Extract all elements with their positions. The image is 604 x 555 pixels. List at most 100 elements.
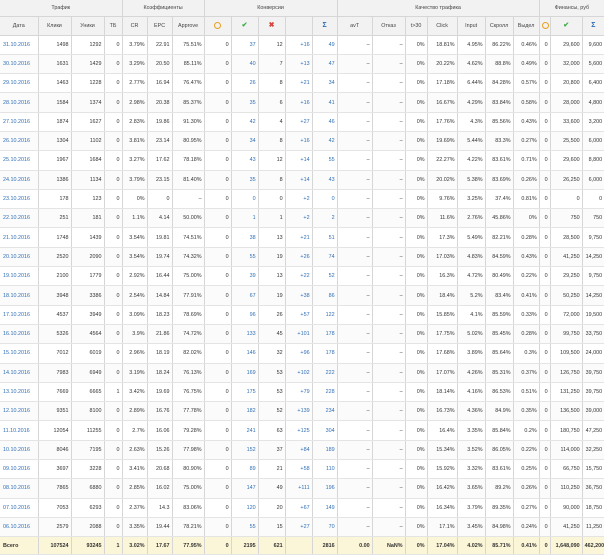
col-approved[interactable]: ✔ — [231, 16, 259, 36]
date-link[interactable]: 20.10.2016 — [3, 254, 30, 260]
cell-sum[interactable]: 189 — [312, 440, 338, 461]
date-link[interactable]: 14.10.2016 — [3, 370, 30, 376]
cell-ok[interactable]: 67 — [231, 285, 259, 306]
date-link[interactable]: 10.10.2016 — [3, 447, 30, 453]
cell-pending[interactable]: +27 — [285, 517, 313, 538]
cell-pending[interactable]: +84 — [285, 440, 313, 461]
cell-pending[interactable]: +38 — [285, 285, 313, 306]
date-link[interactable]: 26.10.2016 — [3, 138, 30, 144]
date-link[interactable]: 12.10.2016 — [3, 408, 30, 414]
col-fin-hold[interactable] — [539, 16, 551, 36]
cell-sum[interactable]: 178 — [312, 324, 338, 345]
cell-sum[interactable]: 196 — [312, 478, 338, 499]
cell-pending[interactable]: +102 — [285, 363, 313, 383]
date-link[interactable]: 28.10.2016 — [3, 100, 30, 106]
date-link[interactable]: 30.10.2016 — [3, 61, 30, 67]
date-link[interactable]: 25.10.2016 — [3, 157, 30, 163]
cell-ok[interactable]: 89 — [231, 459, 259, 480]
cell-pending[interactable]: +21 — [285, 227, 313, 248]
cell-pending[interactable]: +67 — [285, 498, 313, 518]
col-input[interactable]: Input — [457, 16, 486, 36]
cell-ok[interactable]: 182 — [231, 401, 259, 422]
date-link[interactable]: 31.10.2016 — [3, 42, 30, 48]
date-link[interactable]: 15.10.2016 — [3, 350, 30, 356]
cell-sum[interactable]: 51 — [312, 227, 338, 248]
date-link[interactable]: 24.10.2016 — [3, 177, 30, 183]
date-link[interactable]: 08.10.2016 — [3, 485, 30, 491]
cell-ok[interactable]: 40 — [231, 54, 259, 75]
cell-ok[interactable]: 35 — [231, 170, 259, 190]
col-epc[interactable]: EPC — [147, 16, 173, 36]
col-fin-total[interactable]: Σ — [582, 16, 604, 36]
cell-ok[interactable]: 175 — [231, 382, 259, 403]
col-select[interactable]: Выдел — [513, 16, 540, 36]
date-link[interactable]: 29.10.2016 — [3, 80, 30, 86]
cell-pending[interactable]: +14 — [285, 150, 313, 171]
cell-sum[interactable]: 34 — [312, 73, 338, 94]
cell-ok[interactable]: 37 — [231, 35, 259, 55]
cell-pending[interactable]: +125 — [285, 420, 313, 441]
date-link[interactable]: 11.10.2016 — [3, 428, 30, 434]
cell-sum[interactable]: 41 — [312, 92, 338, 113]
col-approve[interactable]: Approve — [172, 16, 205, 36]
cell-pending[interactable]: +2 — [285, 208, 313, 229]
cell-ok[interactable]: 38 — [231, 227, 259, 248]
col-pending[interactable] — [285, 16, 313, 36]
cell-sum[interactable]: 2 — [312, 208, 338, 229]
cell-ok[interactable]: 120 — [231, 498, 259, 518]
col-cr[interactable]: CR — [122, 16, 148, 36]
cell-ok[interactable]: 42 — [231, 112, 259, 132]
cell-sum[interactable]: 47 — [312, 54, 338, 75]
col-click[interactable]: Click — [427, 16, 458, 36]
date-link[interactable]: 09.10.2016 — [3, 466, 30, 472]
cell-pending[interactable]: +14 — [285, 170, 313, 190]
date-link[interactable]: 18.10.2016 — [3, 293, 30, 299]
cell-pending[interactable]: +16 — [285, 92, 313, 113]
cell-pending[interactable]: +16 — [285, 131, 313, 152]
cell-sum[interactable]: 86 — [312, 285, 338, 306]
cell-sum[interactable]: 234 — [312, 401, 338, 422]
cell-pending[interactable]: +27 — [285, 112, 313, 132]
date-link[interactable]: 22.10.2016 — [3, 215, 30, 221]
cell-pending[interactable]: +2 — [285, 189, 313, 210]
col-avt[interactable]: avT — [337, 16, 373, 36]
cell-ok[interactable]: 96 — [231, 305, 259, 325]
date-link[interactable]: 19.10.2016 — [3, 273, 30, 279]
col-tb[interactable]: ТБ — [104, 16, 123, 36]
cell-ok[interactable]: 241 — [231, 420, 259, 441]
date-link[interactable]: 06.10.2016 — [3, 524, 30, 530]
cell-pending[interactable]: +57 — [285, 305, 313, 325]
col-uniq[interactable]: Уники — [71, 16, 105, 36]
col-hold[interactable] — [204, 16, 232, 36]
cell-ok[interactable]: 146 — [231, 343, 259, 364]
cell-sum[interactable]: 43 — [312, 170, 338, 190]
cell-ok[interactable]: 169 — [231, 363, 259, 383]
cell-ok[interactable]: 55 — [231, 517, 259, 538]
cell-sum[interactable]: 46 — [312, 112, 338, 132]
cell-pending[interactable]: +16 — [285, 35, 313, 55]
date-link[interactable]: 27.10.2016 — [3, 119, 30, 125]
cell-ok[interactable]: 35 — [231, 92, 259, 113]
date-link[interactable]: 16.10.2016 — [3, 331, 30, 337]
cell-pending[interactable]: +111 — [285, 478, 313, 499]
cell-pending[interactable]: +21 — [285, 73, 313, 94]
cell-ok[interactable]: 133 — [231, 324, 259, 345]
date-link[interactable]: 13.10.2016 — [3, 389, 30, 395]
cell-pending[interactable]: +79 — [285, 382, 313, 403]
cell-pending[interactable]: +139 — [285, 401, 313, 422]
cell-sum[interactable]: 110 — [312, 459, 338, 480]
cell-sum[interactable]: 55 — [312, 150, 338, 171]
cell-pending[interactable]: +22 — [285, 266, 313, 287]
cell-sum[interactable]: 178 — [312, 343, 338, 364]
col-total[interactable]: Σ — [312, 16, 338, 36]
date-link[interactable]: 23.10.2016 — [3, 196, 30, 202]
cell-ok[interactable]: 0 — [231, 189, 259, 210]
cell-ok[interactable]: 1 — [231, 208, 259, 229]
col-clicks[interactable]: Клики — [38, 16, 72, 36]
cell-sum[interactable]: 222 — [312, 363, 338, 383]
cell-pending[interactable]: +96 — [285, 343, 313, 364]
cell-sum[interactable]: 149 — [312, 498, 338, 518]
cell-ok[interactable]: 43 — [231, 150, 259, 171]
cell-ok[interactable]: 39 — [231, 266, 259, 287]
col-date[interactable]: Дата — [0, 16, 39, 36]
